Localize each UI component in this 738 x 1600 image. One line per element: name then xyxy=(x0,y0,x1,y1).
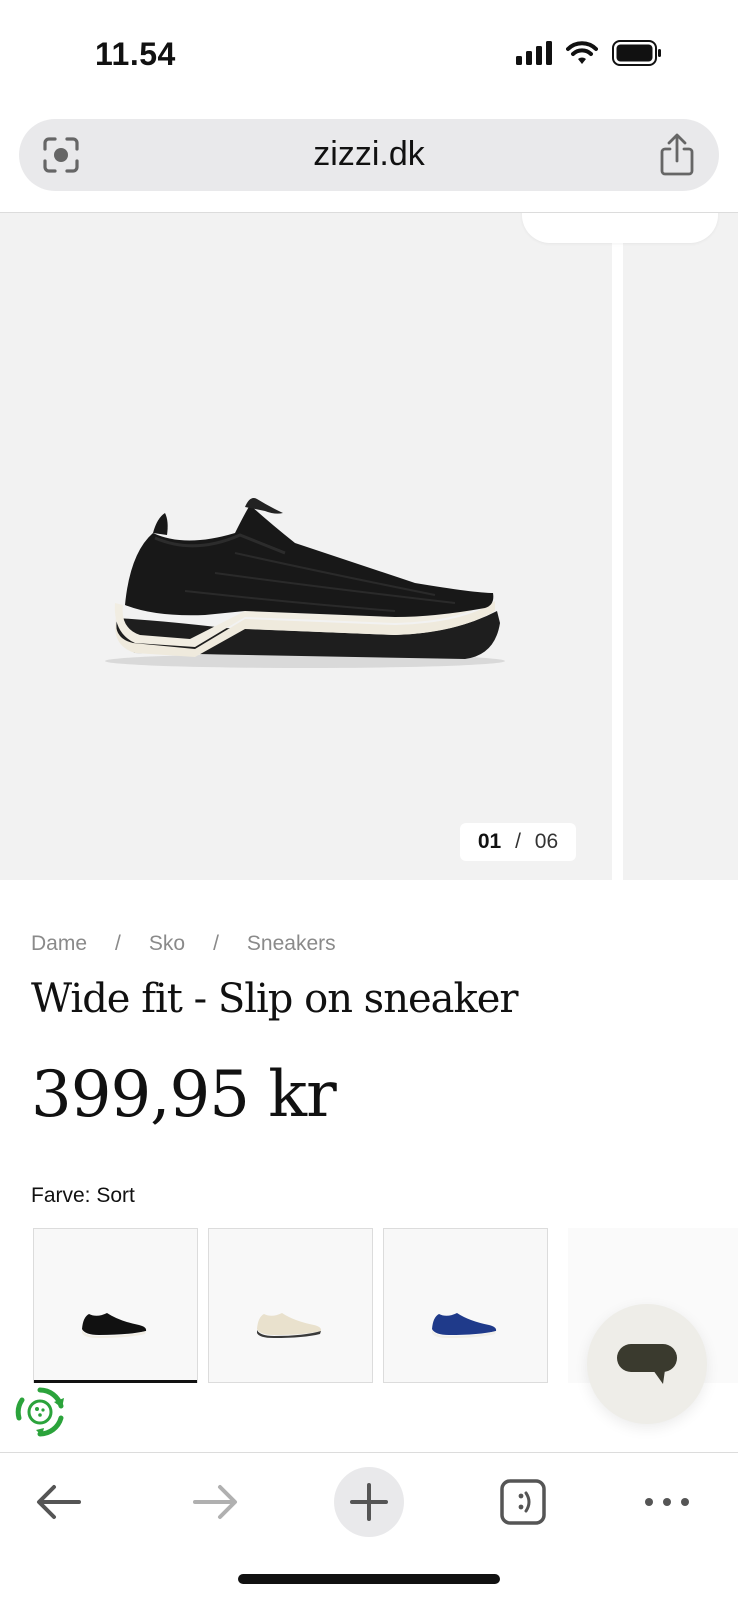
overlay-pill xyxy=(522,213,718,243)
breadcrumb-item-sko[interactable]: Sko xyxy=(149,932,185,956)
new-tab-plus-icon xyxy=(350,1483,388,1521)
share-icon[interactable] xyxy=(657,133,697,177)
product-price: 399,95 kr xyxy=(31,1058,337,1132)
url-text[interactable]: zizzi.dk xyxy=(19,135,719,174)
product-image-main[interactable]: 01 / 06 xyxy=(0,213,612,880)
status-time: 11.54 xyxy=(95,36,176,72)
more-button[interactable] xyxy=(632,1467,702,1537)
shoe-image xyxy=(105,498,505,668)
eco-badge-icon[interactable] xyxy=(14,1386,66,1438)
new-tab-button[interactable] xyxy=(334,1467,404,1537)
swatch-blue[interactable] xyxy=(383,1228,548,1383)
image-counter: 01 / 06 xyxy=(460,823,576,861)
breadcrumb-item-dame[interactable]: Dame xyxy=(31,932,87,956)
home-indicator xyxy=(238,1574,500,1584)
chat-icon xyxy=(617,1344,677,1384)
more-icon xyxy=(645,1498,689,1506)
chat-button[interactable] xyxy=(587,1304,707,1424)
shoe-thumbnail-black xyxy=(82,1313,147,1338)
tabs-icon xyxy=(500,1479,546,1525)
status-icons xyxy=(516,40,662,66)
shoe-thumbnail-beige xyxy=(257,1313,322,1338)
swatch-beige[interactable] xyxy=(208,1228,373,1383)
counter-current: 01 xyxy=(477,830,502,853)
signal-icon xyxy=(516,41,552,65)
back-button[interactable] xyxy=(24,1467,94,1537)
forward-arrow-icon xyxy=(193,1485,237,1519)
status-bar: 11.54 xyxy=(0,0,738,110)
back-arrow-icon xyxy=(37,1485,81,1519)
breadcrumb: Dame / Sko / Sneakers xyxy=(31,932,336,956)
breadcrumb-separator: / xyxy=(213,932,219,955)
breadcrumb-item-sneakers[interactable]: Sneakers xyxy=(247,932,336,956)
tabs-button[interactable] xyxy=(488,1467,558,1537)
product-image-next[interactable] xyxy=(623,213,738,880)
swatch-black[interactable] xyxy=(33,1228,198,1383)
wifi-icon xyxy=(566,41,598,64)
counter-separator: / xyxy=(515,830,521,853)
battery-icon xyxy=(612,40,661,66)
product-image-gallery[interactable]: 01 / 06 xyxy=(0,213,738,880)
color-label: Farve: Sort xyxy=(31,1184,135,1207)
breadcrumb-separator: / xyxy=(115,932,121,955)
forward-button[interactable] xyxy=(180,1467,250,1537)
product-title: Wide fit - Slip on sneaker xyxy=(31,976,519,1022)
counter-total: 06 xyxy=(534,830,559,853)
shoe-thumbnail-blue xyxy=(432,1313,497,1338)
address-bar[interactable]: zizzi.dk xyxy=(19,119,719,191)
